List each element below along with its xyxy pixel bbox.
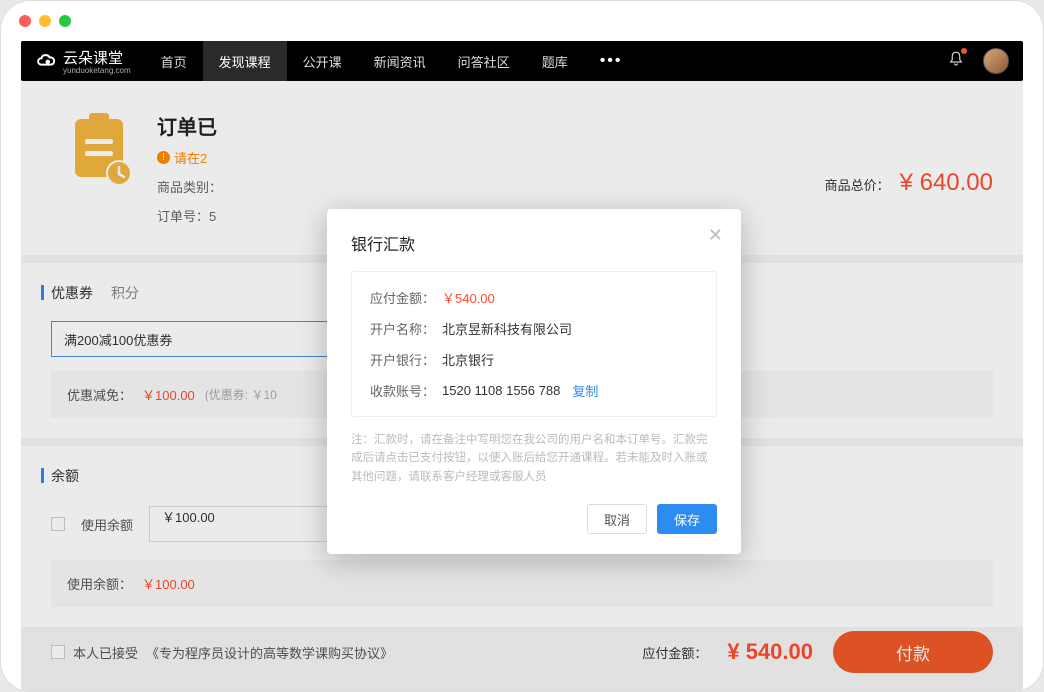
save-button[interactable]: 保存 [657, 504, 717, 534]
nav-home[interactable]: 首页 [145, 41, 203, 81]
modal-amount-value: ￥540.00 [442, 288, 495, 307]
nav-news[interactable]: 新闻资讯 [358, 41, 442, 81]
notifications-button[interactable] [947, 50, 965, 73]
modal-title: 银行汇款 [351, 231, 717, 255]
page-body: 订单已 ! 请在2 商品类别： 订单号：5 商品总价： ¥ 640.00 优惠券… [21, 81, 1023, 691]
nav-open-courses[interactable]: 公开课 [287, 41, 358, 81]
bank-transfer-modal: 银行汇款 ✕ 应付金额： ￥540.00 开户名称： 北京昱新科技有限公司 开户… [327, 209, 741, 554]
nav-more-icon[interactable]: ••• [584, 52, 639, 70]
copy-link[interactable]: 复制 [572, 381, 598, 400]
modal-account-no-value: 1520 1108 1556 788 [442, 383, 560, 398]
close-window-icon[interactable] [19, 15, 31, 27]
brand-logo[interactable]: 云朵课堂 yunduoketang.com [21, 47, 145, 75]
modal-note: 注：汇款时，请在备注中写明您在我公司的用户名和本订单号。汇款完成后请点击已支付按… [351, 431, 717, 486]
top-nav: 云朵课堂 yunduoketang.com 首页 发现课程 公开课 新闻资讯 问… [21, 41, 1023, 81]
window-controls [1, 1, 1043, 41]
close-icon[interactable]: ✕ [708, 225, 723, 246]
modal-bank-value: 北京银行 [442, 350, 494, 369]
cancel-button[interactable]: 取消 [587, 504, 647, 534]
minimize-window-icon[interactable] [39, 15, 51, 27]
modal-amount-label: 应付金额： [370, 288, 442, 307]
nav-discover-courses[interactable]: 发现课程 [203, 41, 287, 81]
brand-subtitle: yunduoketang.com [63, 66, 131, 75]
modal-account-name-value: 北京昱新科技有限公司 [442, 319, 572, 338]
nav-question-bank[interactable]: 题库 [526, 41, 584, 81]
notification-dot-icon [961, 48, 967, 54]
maximize-window-icon[interactable] [59, 15, 71, 27]
modal-account-no-label: 收款账号： [370, 381, 442, 400]
nav-qa-community[interactable]: 问答社区 [442, 41, 526, 81]
modal-account-name-label: 开户名称： [370, 319, 442, 338]
modal-bank-label: 开户银行： [370, 350, 442, 369]
cloud-logo-icon [35, 52, 57, 70]
avatar[interactable] [983, 48, 1009, 74]
brand-name: 云朵课堂 [63, 47, 131, 68]
